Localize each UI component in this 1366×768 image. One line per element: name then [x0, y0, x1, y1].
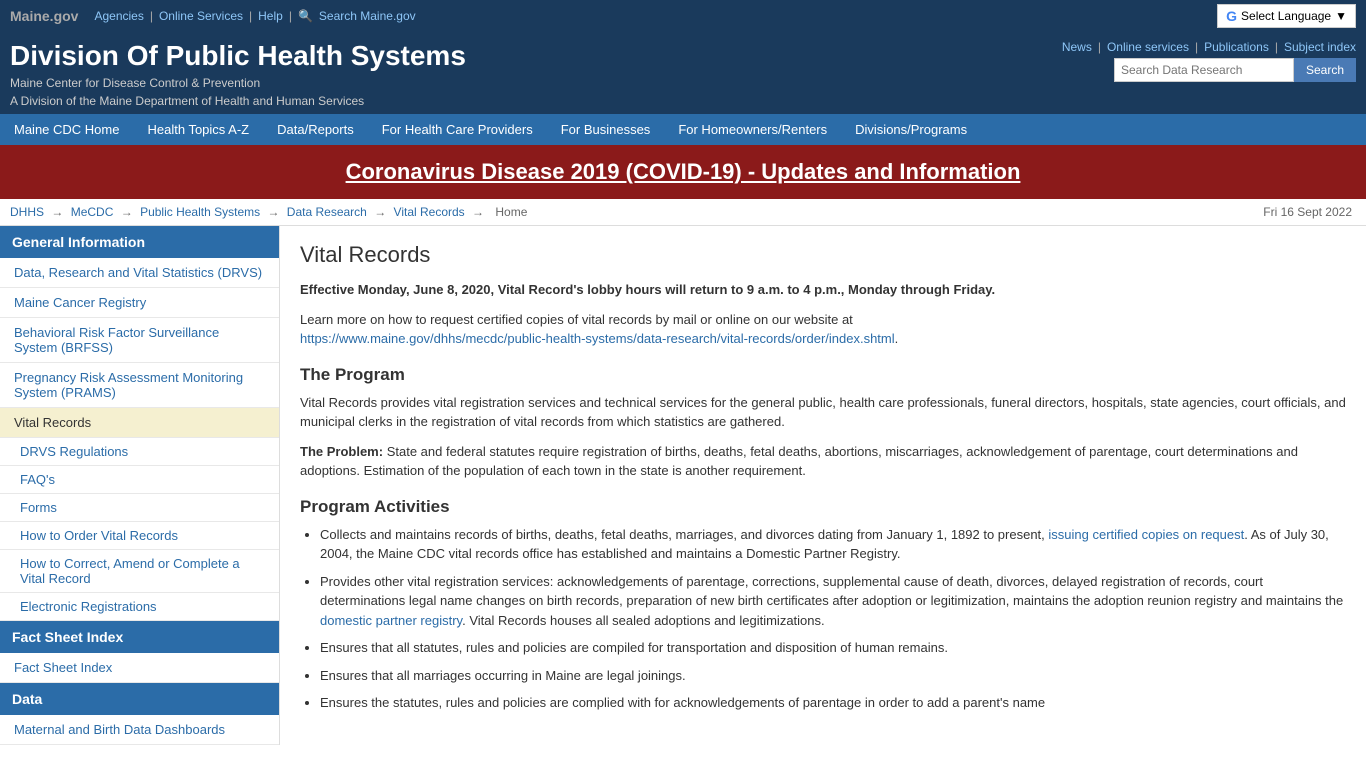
- publications-link[interactable]: Publications: [1204, 40, 1269, 54]
- intro-paragraph: Learn more on how to request certified c…: [300, 310, 1346, 349]
- activities-list: Collects and maintains records of births…: [320, 525, 1346, 713]
- sidebar-item-correct-amend[interactable]: How to Correct, Amend or Complete a Vita…: [0, 550, 279, 593]
- subtitle-2: A Division of the Maine Department of He…: [10, 94, 466, 108]
- domestic-partner-registry-link[interactable]: domestic partner registry: [320, 613, 462, 628]
- electronic-registrations-link[interactable]: Electronic Registrations: [20, 599, 157, 614]
- top-bar-left: Maine.gov Agencies | Online Services | H…: [10, 8, 416, 24]
- header-links: News | Online services | Publications | …: [1062, 40, 1356, 54]
- sidebar-item-cancer-registry[interactable]: Maine Cancer Registry: [0, 288, 279, 318]
- order-vital-records-link[interactable]: How to Order Vital Records: [20, 528, 178, 543]
- nav-health-care-providers[interactable]: For Health Care Providers: [368, 114, 547, 145]
- drvs-regulations-link[interactable]: DRVS Regulations: [20, 444, 128, 459]
- sidebar-general-info-header: General Information: [0, 226, 279, 258]
- sidebar: General Information Data, Research and V…: [0, 226, 280, 745]
- online-services-header-link[interactable]: Online services: [1107, 40, 1189, 54]
- top-bar: Maine.gov Agencies | Online Services | H…: [0, 0, 1366, 32]
- list-item: Ensures that all marriages occurring in …: [320, 666, 1346, 686]
- faqs-link[interactable]: FAQ's: [20, 472, 55, 487]
- sidebar-item-fact-sheet[interactable]: Fact Sheet Index: [0, 653, 279, 683]
- breadcrumb-vital-records[interactable]: Vital Records: [394, 205, 465, 219]
- sidebar-item-prams[interactable]: Pregnancy Risk Assessment Monitoring Sys…: [0, 363, 279, 408]
- list-item: Ensures that all statutes, rules and pol…: [320, 638, 1346, 658]
- prams-link[interactable]: Pregnancy Risk Assessment Monitoring Sys…: [14, 370, 265, 400]
- breadcrumb-items: DHHS → MeCDC → Public Health Systems → D…: [10, 205, 531, 219]
- sidebar-item-vital-records[interactable]: Vital Records: [0, 408, 279, 438]
- search-button[interactable]: Search: [1294, 58, 1356, 82]
- breadcrumb-data-research[interactable]: Data Research: [287, 205, 367, 219]
- main-layout: General Information Data, Research and V…: [0, 226, 1366, 745]
- activities-heading: Program Activities: [300, 497, 1346, 517]
- correct-amend-link[interactable]: How to Correct, Amend or Complete a Vita…: [20, 556, 240, 586]
- breadcrumb-public-health[interactable]: Public Health Systems: [140, 205, 260, 219]
- maine-gov-logo[interactable]: Maine.gov: [10, 8, 78, 24]
- site-title: Division Of Public Health Systems: [10, 40, 466, 72]
- nav-divisions[interactable]: Divisions/Programs: [841, 114, 981, 145]
- search-bar: Search: [1114, 58, 1356, 82]
- sidebar-item-faqs[interactable]: FAQ's: [0, 466, 279, 494]
- forms-link[interactable]: Forms: [20, 500, 57, 515]
- sidebar-item-drvs[interactable]: Data, Research and Vital Statistics (DRV…: [0, 258, 279, 288]
- sidebar-item-electronic-registrations[interactable]: Electronic Registrations: [0, 593, 279, 621]
- search-input[interactable]: [1114, 58, 1294, 82]
- problem-paragraph: The Problem: State and federal statutes …: [300, 442, 1346, 481]
- news-link[interactable]: News: [1062, 40, 1092, 54]
- subject-index-link[interactable]: Subject index: [1284, 40, 1356, 54]
- sidebar-item-brfss[interactable]: Behavioral Risk Factor Surveillance Syst…: [0, 318, 279, 363]
- program-heading: The Program: [300, 365, 1346, 385]
- brfss-link[interactable]: Behavioral Risk Factor Surveillance Syst…: [14, 325, 265, 355]
- sidebar-item-maternal-birth[interactable]: Maternal and Birth Data Dashboards: [0, 715, 279, 745]
- sidebar-data-header: Data: [0, 683, 279, 715]
- nav-data-reports[interactable]: Data/Reports: [263, 114, 368, 145]
- nav-homeowners[interactable]: For Homeowners/Renters: [664, 114, 841, 145]
- breadcrumb-dhhs[interactable]: DHHS: [10, 205, 44, 219]
- covid-banner-link[interactable]: Coronavirus Disease 2019 (COVID-19) - Up…: [346, 159, 1021, 184]
- maternal-birth-link[interactable]: Maternal and Birth Data Dashboards: [14, 722, 265, 737]
- certified-copies-link[interactable]: issuing certified copies on request: [1048, 527, 1244, 542]
- drvs-link[interactable]: Data, Research and Vital Statistics (DRV…: [14, 265, 265, 280]
- covid-banner: Coronavirus Disease 2019 (COVID-19) - Up…: [0, 145, 1366, 199]
- vital-records-link[interactable]: Vital Records: [14, 415, 265, 430]
- agencies-link[interactable]: Agencies: [94, 9, 143, 23]
- vital-records-order-link[interactable]: https://www.maine.gov/dhhs/mecdc/public-…: [300, 331, 895, 346]
- list-item: Collects and maintains records of births…: [320, 525, 1346, 564]
- breadcrumb-home: Home: [495, 205, 527, 219]
- top-bar-right: G Select Language ▼: [1217, 4, 1356, 28]
- list-item: Ensures the statutes, rules and policies…: [320, 693, 1346, 713]
- problem-label: The Problem:: [300, 444, 383, 459]
- select-language-button[interactable]: G Select Language ▼: [1217, 4, 1356, 28]
- chevron-down-icon: ▼: [1335, 9, 1347, 23]
- select-language-label: Select Language: [1241, 9, 1331, 23]
- breadcrumb-mecdc[interactable]: MeCDC: [71, 205, 114, 219]
- google-icon: G: [1226, 8, 1237, 24]
- list-item: Provides other vital registration servic…: [320, 572, 1346, 631]
- header-left: Division Of Public Health Systems Maine …: [10, 40, 466, 108]
- nav-businesses[interactable]: For Businesses: [547, 114, 665, 145]
- intro-text: Learn more on how to request certified c…: [300, 312, 853, 327]
- subtitle-1: Maine Center for Disease Control & Preve…: [10, 76, 466, 90]
- sidebar-fact-sheet-header: Fact Sheet Index: [0, 621, 279, 653]
- main-nav: Maine CDC Home Health Topics A-Z Data/Re…: [0, 114, 1366, 145]
- cancer-registry-link[interactable]: Maine Cancer Registry: [14, 295, 265, 310]
- search-maine-link[interactable]: Search Maine.gov: [319, 9, 416, 23]
- header-right: News | Online services | Publications | …: [1062, 40, 1356, 82]
- main-content: Vital Records Effective Monday, June 8, …: [280, 226, 1366, 739]
- problem-text: State and federal statutes require regis…: [300, 444, 1298, 479]
- sidebar-item-forms[interactable]: Forms: [0, 494, 279, 522]
- sidebar-item-order-vital-records[interactable]: How to Order Vital Records: [0, 522, 279, 550]
- help-link[interactable]: Help: [258, 9, 283, 23]
- fact-sheet-link[interactable]: Fact Sheet Index: [14, 660, 265, 675]
- sidebar-item-drvs-regulations[interactable]: DRVS Regulations: [0, 438, 279, 466]
- notice-text: Effective Monday, June 8, 2020, Vital Re…: [300, 282, 995, 297]
- site-header: Division Of Public Health Systems Maine …: [0, 32, 1366, 114]
- page-title: Vital Records: [300, 242, 1346, 268]
- notice-paragraph: Effective Monday, June 8, 2020, Vital Re…: [300, 280, 1346, 300]
- nav-health-topics[interactable]: Health Topics A-Z: [133, 114, 263, 145]
- program-text: Vital Records provides vital registratio…: [300, 393, 1346, 432]
- nav-maine-cdc-home[interactable]: Maine CDC Home: [0, 114, 133, 145]
- online-services-link[interactable]: Online Services: [159, 9, 243, 23]
- breadcrumb: DHHS → MeCDC → Public Health Systems → D…: [0, 199, 1366, 226]
- breadcrumb-date: Fri 16 Sept 2022: [1263, 205, 1352, 219]
